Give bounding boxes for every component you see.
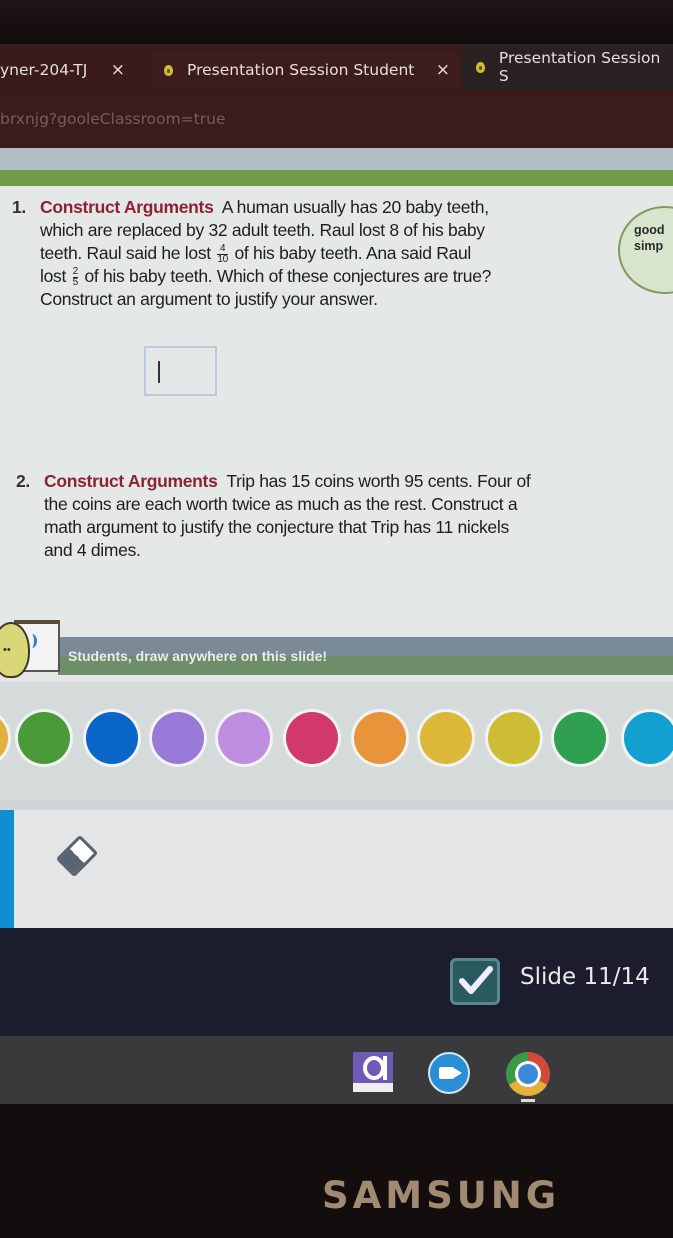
chrome-icon[interactable] bbox=[506, 1052, 550, 1096]
question-text: and 4 dimes. bbox=[44, 540, 141, 560]
draw-banner: Students, draw anywhere on this slide! bbox=[58, 637, 673, 675]
monitor-bezel-bottom: SAMSUNG bbox=[0, 1104, 673, 1238]
color-swatch[interactable] bbox=[152, 712, 204, 764]
text-caret bbox=[158, 361, 160, 383]
question-text: lost bbox=[40, 266, 71, 286]
pear-favicon-icon bbox=[164, 64, 173, 76]
question-text: A human usually has 20 baby teeth, bbox=[221, 197, 489, 217]
tab-presentation-session-student[interactable]: Presentation Session Student × bbox=[150, 52, 460, 88]
color-swatch[interactable] bbox=[624, 712, 673, 764]
browser-tab-strip: yner-204-TJ × Presentation Session Stude… bbox=[0, 44, 673, 94]
tab-3-label: Presentation Session S bbox=[498, 49, 661, 85]
color-swatch[interactable] bbox=[420, 712, 472, 764]
monitor-bezel-top bbox=[0, 0, 673, 44]
running-indicator bbox=[521, 1099, 535, 1102]
sticky-note[interactable]: good simp bbox=[618, 206, 673, 294]
close-icon[interactable]: × bbox=[436, 60, 450, 80]
banner-text: Students, draw anywhere on this slide! bbox=[68, 648, 328, 664]
slide-counter: Slide 11/14 bbox=[520, 964, 650, 990]
question-text-line: teeth. Raul said he lost 4 10 of his baby… bbox=[12, 242, 612, 265]
close-icon[interactable]: × bbox=[111, 60, 125, 80]
question-text: the coins are each worth twice as much a… bbox=[44, 494, 518, 514]
fraction-denominator: 10 bbox=[217, 253, 228, 265]
question-text: of his baby teeth. Which of these conjec… bbox=[84, 266, 492, 286]
tab-1[interactable]: yner-204-TJ × bbox=[0, 52, 145, 88]
question-number: 1. bbox=[12, 197, 26, 217]
url-text[interactable]: brxnjg?gooleClassroom=true bbox=[0, 110, 225, 128]
toolbar-band bbox=[0, 148, 673, 171]
question-text: teeth. Raul said he lost bbox=[40, 243, 216, 263]
tab-1-label: yner-204-TJ bbox=[0, 61, 88, 79]
fraction: 25 bbox=[72, 266, 79, 288]
a-app-icon[interactable] bbox=[353, 1052, 393, 1092]
color-swatch[interactable] bbox=[218, 712, 270, 764]
question-text-line: lost 25 of his baby teeth. Which of thes… bbox=[12, 265, 612, 288]
color-palette bbox=[0, 682, 673, 800]
question-text: of his baby teeth. Ana said Raul bbox=[234, 243, 472, 263]
address-bar[interactable]: brxnjg?gooleClassroom=true bbox=[0, 94, 673, 149]
question-lead: Construct Arguments bbox=[44, 471, 218, 491]
color-swatch[interactable] bbox=[488, 712, 540, 764]
slide-header-band bbox=[0, 170, 673, 186]
tab-2-label: Presentation Session Student bbox=[187, 61, 415, 79]
draw-banner-area: Students, draw anywhere on this slide! •… bbox=[0, 620, 673, 682]
color-swatch[interactable] bbox=[286, 712, 338, 764]
color-swatch[interactable] bbox=[554, 712, 606, 764]
question-text: Trip has 15 coins worth 95 cents. Four o… bbox=[226, 471, 531, 491]
tools-divider bbox=[0, 800, 673, 810]
eraser-icon[interactable] bbox=[55, 834, 99, 878]
zoom-icon[interactable] bbox=[428, 1052, 470, 1094]
color-swatch[interactable] bbox=[86, 712, 138, 764]
tool-selected-indicator bbox=[0, 810, 14, 928]
drawing-tools bbox=[0, 800, 673, 928]
checkbox-icon[interactable] bbox=[450, 958, 500, 1005]
brand-logo: SAMSUNG bbox=[322, 1174, 561, 1217]
question-lead: Construct Arguments bbox=[40, 197, 214, 217]
color-swatch[interactable] bbox=[0, 712, 8, 764]
question-text: which are replaced by 32 adult teeth. Ra… bbox=[40, 220, 485, 240]
fraction-denominator: 5 bbox=[72, 276, 79, 288]
os-shelf bbox=[0, 1036, 673, 1104]
sticky-line: simp bbox=[634, 239, 664, 253]
fraction: 4 10 bbox=[217, 243, 228, 265]
pear-favicon-icon bbox=[476, 61, 485, 73]
question-text: Construct an argument to justify your an… bbox=[40, 289, 378, 309]
answer-text-box[interactable] bbox=[144, 346, 217, 396]
sticky-note-text: good simp bbox=[634, 222, 665, 254]
question-number: 2. bbox=[16, 471, 30, 491]
tab-presentation-session-3[interactable]: Presentation Session S bbox=[462, 44, 673, 90]
question-1: 1. Construct Arguments A human usually ha… bbox=[12, 196, 612, 311]
slide-status-bar: Slide 11/14 bbox=[0, 928, 673, 1036]
sticky-line: good bbox=[634, 223, 665, 237]
color-swatch[interactable] bbox=[354, 712, 406, 764]
slide-canvas[interactable]: 1. Construct Arguments A human usually ha… bbox=[0, 186, 673, 632]
question-2: 2. Construct Arguments Trip has 15 coins … bbox=[16, 470, 636, 562]
question-text: math argument to justify the conjecture … bbox=[44, 517, 509, 537]
color-swatch[interactable] bbox=[18, 712, 70, 764]
